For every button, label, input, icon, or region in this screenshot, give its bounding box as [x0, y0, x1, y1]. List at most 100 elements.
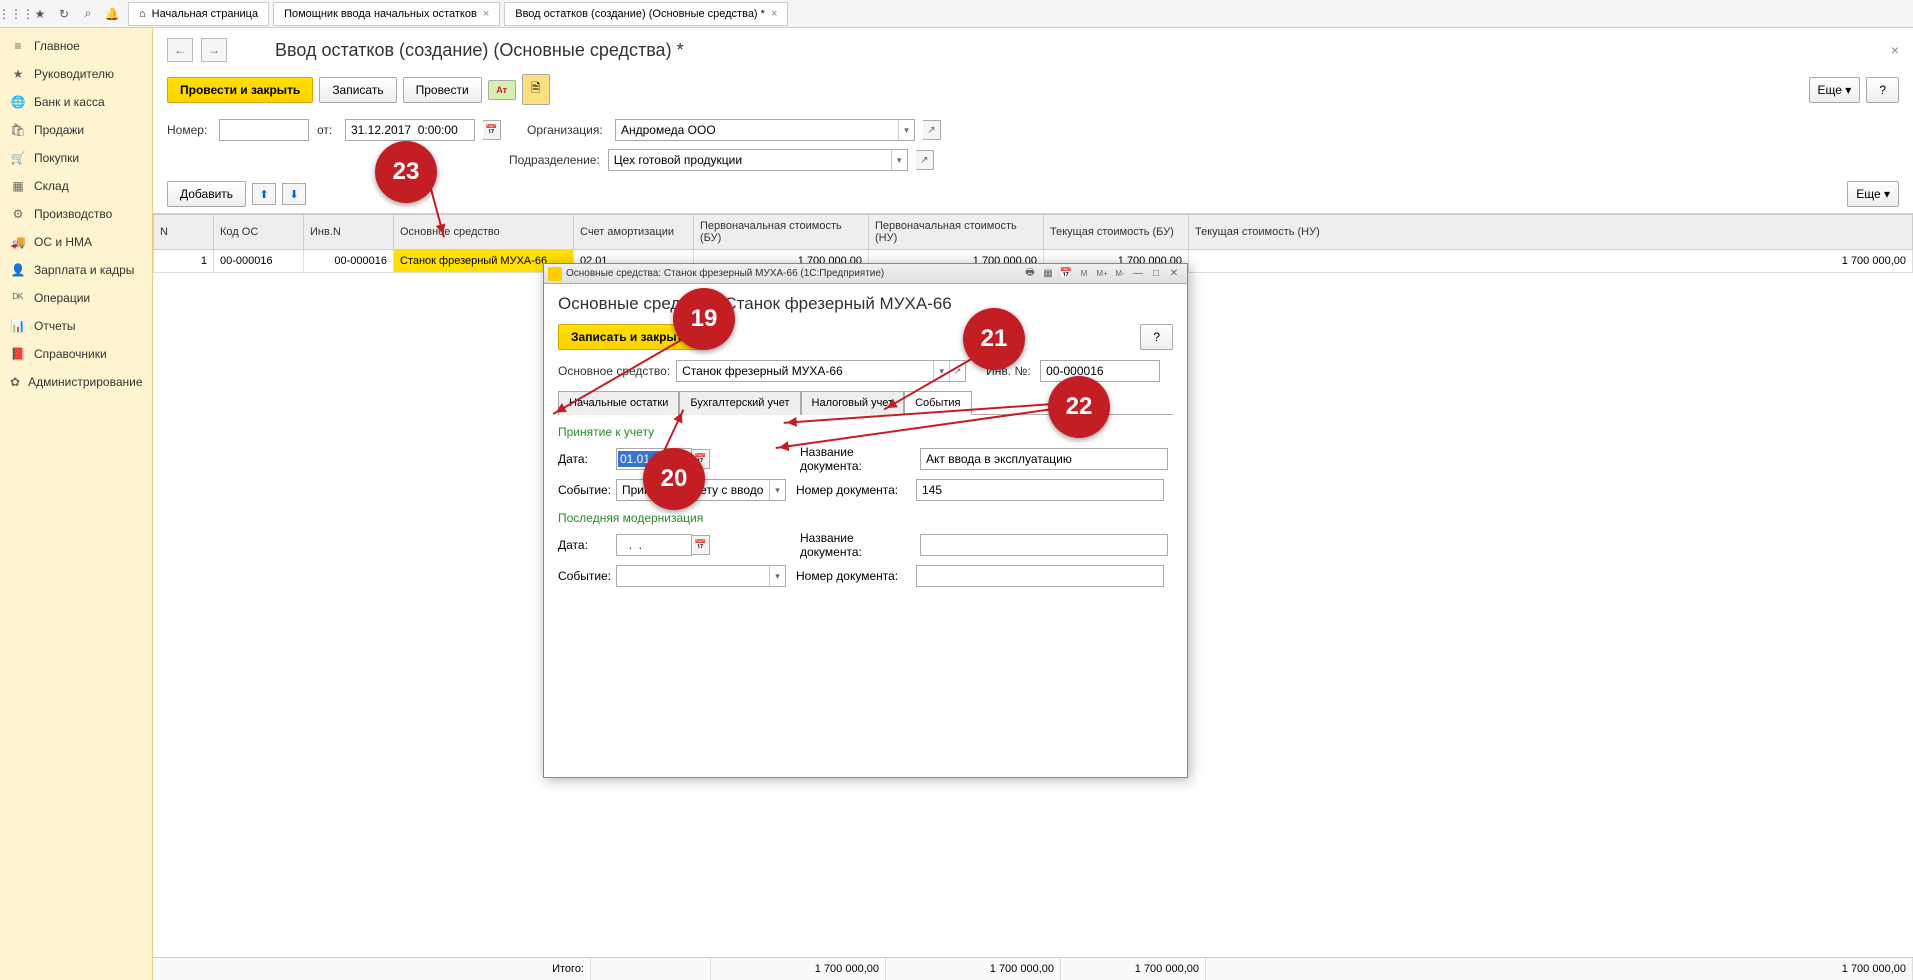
sidebar-label: Отчеты [34, 319, 75, 333]
close-icon[interactable]: ✕ [1165, 266, 1183, 282]
m-icon[interactable]: M [1075, 266, 1093, 282]
truck-icon: 🚚 [10, 234, 26, 250]
open-ref-icon[interactable]: ↗ [923, 120, 941, 140]
star-icon[interactable]: ★ [28, 2, 52, 26]
modern-docname-input[interactable] [920, 534, 1168, 556]
footer-curbu: 1 700 000,00 [1061, 958, 1206, 980]
number-input[interactable] [219, 119, 309, 141]
col-acct[interactable]: Счет амортизации [574, 215, 694, 250]
close-page-icon[interactable]: × [1891, 42, 1899, 58]
sidebar-item-main[interactable]: ≡Главное [0, 32, 152, 60]
col-n[interactable]: N [154, 215, 214, 250]
sidebar-item-production[interactable]: ⚙Производство [0, 200, 152, 228]
apps-icon[interactable]: ⋮⋮⋮ [4, 2, 28, 26]
date-input[interactable] [345, 119, 475, 141]
chevron-down-icon[interactable]: ▾ [891, 150, 907, 170]
open-ref-icon[interactable]: ↗ [916, 150, 934, 170]
chevron-down-icon[interactable]: ▾ [898, 120, 914, 140]
asset-input[interactable] [677, 361, 933, 381]
back-button[interactable]: ← [167, 38, 193, 62]
annotation-20: 20 [643, 448, 705, 510]
close-icon[interactable]: × [771, 8, 777, 20]
sidebar-item-admin[interactable]: ✿Администрирование [0, 368, 152, 396]
org-label: Организация: [527, 123, 607, 137]
accept-docnum-input[interactable] [916, 479, 1164, 501]
sidebar-item-purchases[interactable]: 🛒Покупки [0, 144, 152, 172]
add-button[interactable]: Добавить [167, 181, 246, 207]
print-icon[interactable]: 🖶 [1021, 266, 1039, 282]
col-costbu[interactable]: Первоначальная стоимость (БУ) [694, 215, 869, 250]
sidebar-item-assets[interactable]: 🚚ОС и НМА [0, 228, 152, 256]
bell-icon[interactable]: 🔔 [100, 2, 124, 26]
sidebar-item-operations[interactable]: ᴰᴷОперации [0, 284, 152, 312]
col-code[interactable]: Код ОС [214, 215, 304, 250]
minimize-icon[interactable]: — [1129, 266, 1147, 282]
search-icon[interactable]: ⌕ [76, 2, 100, 26]
col-curbu[interactable]: Текущая стоимость (БУ) [1044, 215, 1189, 250]
org-select[interactable]: ▾ [615, 119, 915, 141]
forward-button[interactable]: → [201, 38, 227, 62]
dept-input[interactable] [609, 150, 891, 170]
top-toolbar: ⋮⋮⋮ ★ ↻ ⌕ 🔔 ⌂ Начальная страница Помощни… [0, 0, 1913, 28]
dialog-heading: Основные средства: Станок фрезерный МУХА… [558, 294, 1173, 314]
sidebar-item-sales[interactable]: 🛍Продажи [0, 116, 152, 144]
modern-docname-label: Название документа: [800, 531, 910, 559]
calc-icon[interactable]: ▦ [1039, 266, 1057, 282]
org-input[interactable] [616, 120, 898, 140]
col-costnu[interactable]: Первоначальная стоимость (НУ) [869, 215, 1044, 250]
tab-label: Помощник ввода начальных остатков [284, 8, 477, 20]
table-more-button[interactable]: Еще ▾ [1847, 181, 1899, 207]
sidebar-item-warehouse[interactable]: ▦Склад [0, 172, 152, 200]
sidebar-label: Производство [34, 207, 112, 221]
modern-docnum-input[interactable] [916, 565, 1164, 587]
col-asset[interactable]: Основное средство [394, 215, 574, 250]
tab-home[interactable]: ⌂ Начальная страница [128, 2, 269, 26]
dept-select[interactable]: ▾ [608, 149, 908, 171]
sidebar-label: Руководителю [34, 67, 114, 81]
save-button[interactable]: Записать [319, 77, 396, 103]
calendar-icon[interactable]: 📅 [692, 535, 710, 555]
post-button[interactable]: Провести [403, 77, 482, 103]
close-icon[interactable]: × [483, 8, 489, 20]
help-button[interactable]: ? [1866, 77, 1899, 103]
sidebar-item-manager[interactable]: ★Руководителю [0, 60, 152, 88]
dialog-titlebar[interactable]: Основные средства: Станок фрезерный МУХА… [544, 264, 1187, 284]
col-inv[interactable]: Инв.N [304, 215, 394, 250]
move-up-button[interactable]: ⬆ [252, 183, 276, 205]
modern-event-select[interactable]: ▾ [616, 565, 786, 587]
ops-icon: ᴰᴷ [10, 290, 26, 306]
chevron-down-icon[interactable]: ▾ [769, 566, 785, 586]
history-icon[interactable]: ↻ [52, 2, 76, 26]
tab-accounting[interactable]: Бухгалтерский учет [679, 391, 800, 415]
move-down-button[interactable]: ⬇ [282, 183, 306, 205]
asset-select[interactable]: ▾ ↗ [676, 360, 966, 382]
chevron-down-icon[interactable]: ▾ [769, 480, 785, 500]
col-curnu[interactable]: Текущая стоимость (НУ) [1189, 215, 1913, 250]
number-label: Номер: [167, 123, 211, 137]
tab-balances[interactable]: Ввод остатков (создание) (Основные средс… [504, 2, 788, 26]
sidebar-label: Банк и касса [34, 95, 105, 109]
sidebar-item-reports[interactable]: 📊Отчеты [0, 312, 152, 340]
attach-button[interactable]: 🗎 [522, 74, 550, 105]
maximize-icon[interactable]: □ [1147, 266, 1165, 282]
dialog-help-button[interactable]: ? [1140, 324, 1173, 350]
mplus-icon[interactable]: M+ [1093, 266, 1111, 282]
app-icon [548, 267, 562, 281]
sidebar-item-hr[interactable]: 👤Зарплата и кадры [0, 256, 152, 284]
dt-kt-button[interactable]: Ат [488, 80, 516, 100]
sidebar-item-bank[interactable]: 🌐Банк и касса [0, 88, 152, 116]
tab-initial[interactable]: Начальные остатки [558, 391, 679, 415]
accept-docname-input[interactable] [920, 448, 1168, 470]
sidebar-item-catalogs[interactable]: 📕Справочники [0, 340, 152, 368]
date-label: от: [317, 123, 337, 137]
main-content: ← → Ввод остатков (создание) (Основные с… [153, 28, 1913, 980]
mminus-icon[interactable]: M- [1111, 266, 1129, 282]
calendar-icon[interactable]: 📅 [483, 120, 501, 140]
modern-event-input[interactable] [617, 566, 769, 586]
inv-input[interactable] [1040, 360, 1160, 382]
modern-date-input[interactable] [616, 534, 692, 556]
tab-assistant[interactable]: Помощник ввода начальных остатков × [273, 2, 500, 26]
more-button[interactable]: Еще ▾ [1809, 77, 1861, 103]
post-close-button[interactable]: Провести и закрыть [167, 77, 313, 103]
cal-icon[interactable]: 📅 [1057, 266, 1075, 282]
